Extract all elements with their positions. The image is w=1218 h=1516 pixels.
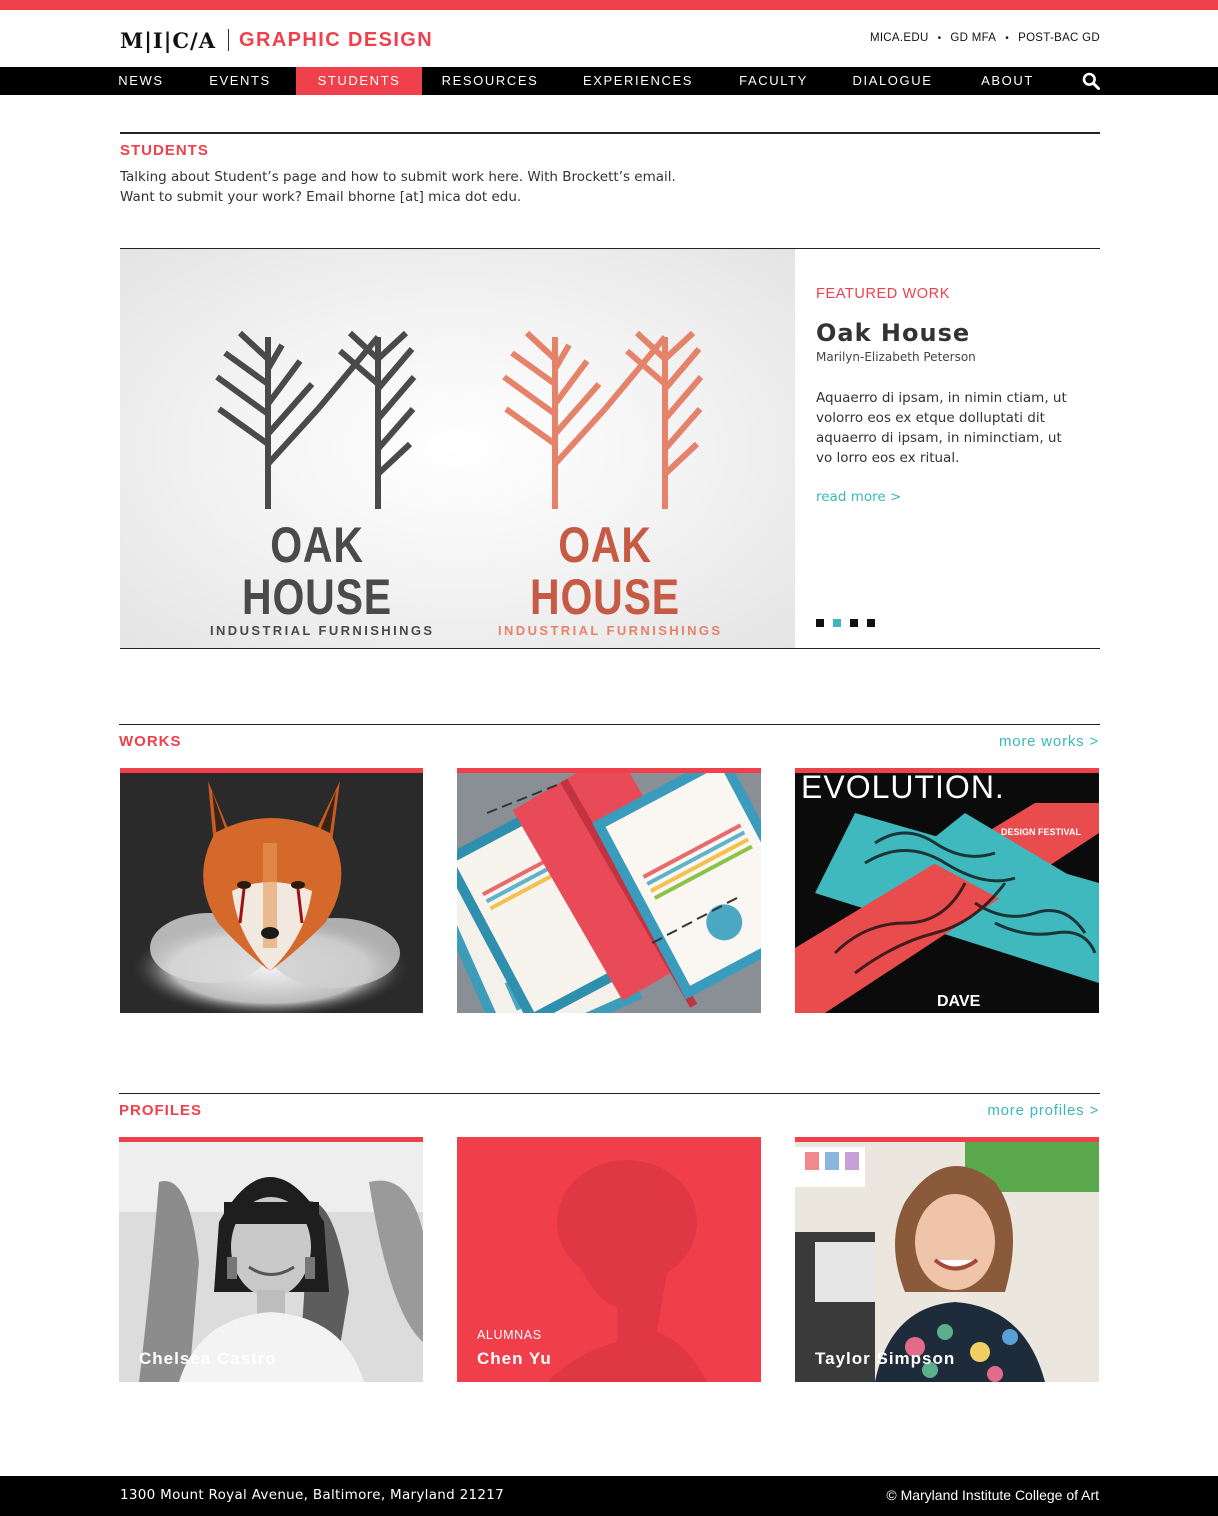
profile-card-chen[interactable]: ALUMNAS Chen Yu [457,1137,761,1382]
more-works-link[interactable]: more works > [999,733,1099,750]
featured-rule-bottom [120,648,1100,649]
main-nav: NEWS EVENTS STUDENTS RESOURCES EXPERIENC… [0,67,1218,95]
notebooks-artwork [457,773,761,1013]
artwork-logo-tagline: INDUSTRIAL FURNISHINGS [498,623,723,638]
featured-panel: FEATURED WORK Oak House Marilyn-Elizabet… [816,249,1086,648]
intro-line: Want to submit your work? Email bhorne [… [120,189,522,205]
link-gd-mfa[interactable]: GD MFA [950,32,996,44]
profiles-title: PROFILES [119,1102,203,1119]
nav-item-students[interactable]: STUDENTS [296,67,422,95]
search-icon[interactable] [1082,72,1100,90]
bullet-separator: • [1005,32,1010,44]
work-card-evolution[interactable]: EVOLUTION. DESIGN FESTIVAL DAVE [795,768,1099,1013]
nav-item-resources[interactable]: RESOURCES [422,67,558,95]
read-more-link[interactable]: read more > [816,489,901,505]
page-title: STUDENTS [120,142,209,159]
nav-item-news[interactable]: NEWS [98,67,184,95]
featured-label: FEATURED WORK [816,286,951,302]
footer-copyright: © Maryland Institute College of Art [886,1487,1099,1503]
utility-links: MICA.EDU • GD MFA • POST-BAC GD [870,32,1100,44]
poster-headline: EVOLUTION. [801,769,1005,805]
nav-item-events[interactable]: EVENTS [184,67,296,95]
fox-artwork [130,781,410,1013]
footer-address: 1300 Mount Royal Avenue, Baltimore, Mary… [120,1487,505,1503]
nav-item-experiences[interactable]: EXPERIENCES [558,67,718,95]
profile-photo-chelsea [119,1142,423,1382]
nav-item-about[interactable]: ABOUT [956,67,1059,95]
profile-name: Chelsea Castro [139,1349,277,1368]
link-post-bac-gd[interactable]: POST-BAC GD [1018,32,1100,44]
profile-caption: ALUMNAS Chen Yu [477,1328,552,1369]
featured-author: Marilyn-Elizabeth Peterson [816,350,976,364]
works-title: WORKS [119,733,182,750]
featured-image[interactable]: OAK HOUSE INDUSTRIAL FURNISHINGS OAK HOU… [120,249,795,648]
profile-role: ALUMNAS [477,1328,542,1342]
profile-name: Taylor Simpson [815,1349,956,1368]
intro-line: Talking about Student’s page and how to … [120,169,676,185]
oak-house-wordmark-orange: OAK HOUSE INDUSTRIAL FURNISHINGS [498,517,723,638]
oak-house-logo-gray [215,330,417,509]
section-rule [120,132,1100,134]
oak-house-logo-orange [502,330,704,509]
featured-description: Aquaerro di ipsam, in nimin ctiam, ut vo… [816,390,1067,466]
top-accent-bar [0,0,1218,10]
profile-caption: Taylor Simpson [815,1349,955,1369]
department-name: GRAPHIC DESIGN [239,29,434,51]
profile-card-taylor[interactable]: Taylor Simpson [795,1137,1099,1382]
mica-logo[interactable]: M|I|C/A GRAPHIC DESIGN [120,29,433,51]
logo-mark: M|I|C/A [120,27,217,53]
nav-item-dialogue[interactable]: DIALOGUE [829,67,956,95]
more-profiles-link[interactable]: more profiles > [987,1102,1099,1119]
evolution-poster [795,773,1099,1013]
profile-caption: Chelsea Castro [139,1349,277,1369]
works-rule [119,724,1100,725]
profile-card-chelsea[interactable]: Chelsea Castro [119,1137,423,1382]
oak-house-wordmark-gray: OAK HOUSE INDUSTRIAL FURNISHINGS [210,517,435,638]
artwork-logo-name: OAK HOUSE [242,517,392,625]
artwork-logo-name: OAK HOUSE [530,517,680,625]
students-intro: Talking about Student’s page and how to … [120,167,820,207]
work-card-fox[interactable] [120,768,423,1013]
profile-photo-taylor [795,1142,1099,1382]
carousel-dot-2[interactable] [833,619,841,627]
site-header: M|I|C/A GRAPHIC DESIGN MICA.EDU • GD MFA… [120,10,1100,67]
artwork-logo-tagline: INDUSTRIAL FURNISHINGS [210,623,435,638]
profiles-rule [119,1093,1100,1094]
poster-footer: DAVE [937,993,981,1010]
nav-item-faculty[interactable]: FACULTY [718,67,829,95]
poster-subtitle: DESIGN FESTIVAL [1001,827,1081,837]
logo-divider [228,29,230,51]
site-footer: 1300 Mount Royal Avenue, Baltimore, Mary… [0,1476,1218,1516]
work-card-notebooks[interactable] [457,768,761,1013]
carousel-dots [816,619,884,627]
carousel-dot-4[interactable] [867,619,875,627]
bullet-separator: • [937,32,942,44]
link-mica-edu[interactable]: MICA.EDU [870,32,929,44]
carousel-dot-1[interactable] [816,619,824,627]
profile-name: Chen Yu [477,1349,552,1368]
carousel-dot-3[interactable] [850,619,858,627]
featured-title: Oak House [816,319,971,347]
